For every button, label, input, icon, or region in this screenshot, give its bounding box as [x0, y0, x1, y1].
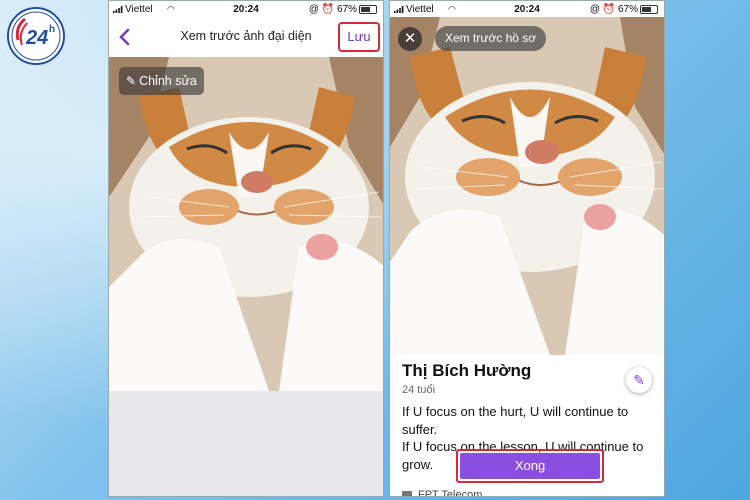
bio-line-1: If U focus on the hurt, U will continue … [402, 404, 629, 437]
done-button[interactable]: Xong [456, 449, 604, 483]
magic-wand-icon: ✎ [126, 74, 137, 88]
profile-cover-photo [390, 17, 664, 355]
network-icon [402, 491, 412, 496]
svg-text:h: h [49, 24, 55, 35]
edit-button[interactable]: ✎ Chỉnh sửa [119, 67, 204, 95]
battery-icon [359, 4, 377, 14]
preview-profile-label: Xem trước hồ sơ [435, 26, 547, 51]
pencil-icon[interactable]: ✎ [626, 367, 652, 393]
status-bar: Viettel ◠ 20:24 @ ⏰ 67% [109, 1, 383, 17]
phone-screen-profile-preview: Viettel ◠ 20:24 @ ⏰ 67% ✕ Xem trước hồ s… [389, 0, 665, 497]
save-button[interactable]: Lưu [338, 22, 380, 52]
battery-status: @ ⏰ 67% [309, 4, 377, 15]
battery-percent: 67% [617, 4, 638, 15]
brand-logo: 24 h [7, 7, 65, 65]
svg-text:24: 24 [25, 27, 48, 49]
profile-name: Thị Bích Hường [402, 361, 532, 380]
network-info: FPT Telecom [402, 489, 483, 497]
battery-percent: 67% [336, 4, 357, 15]
avatar-photo [109, 57, 383, 391]
done-label: Xong [460, 453, 600, 479]
battery-icon [640, 4, 658, 14]
empty-area [109, 391, 383, 496]
isp-label: FPT Telecom [418, 489, 483, 497]
battery-status: @ ⏰ 67% [590, 4, 658, 15]
nav-bar: Xem trước ảnh đại diện Lưu [109, 17, 383, 57]
phone-screen-avatar-preview: Viettel ◠ 20:24 @ ⏰ 67% Xem trước ảnh đạ… [108, 0, 384, 497]
close-icon[interactable]: ✕ [398, 27, 422, 51]
profile-card: Thị Bích Hường 24 tuổi ✎ If U focus on t… [390, 355, 664, 497]
profile-age: 24 tuổi [402, 384, 436, 396]
edit-label: Chỉnh sửa [139, 74, 197, 88]
status-bar: Viettel ◠ 20:24 @ ⏰ 67% [390, 1, 664, 17]
